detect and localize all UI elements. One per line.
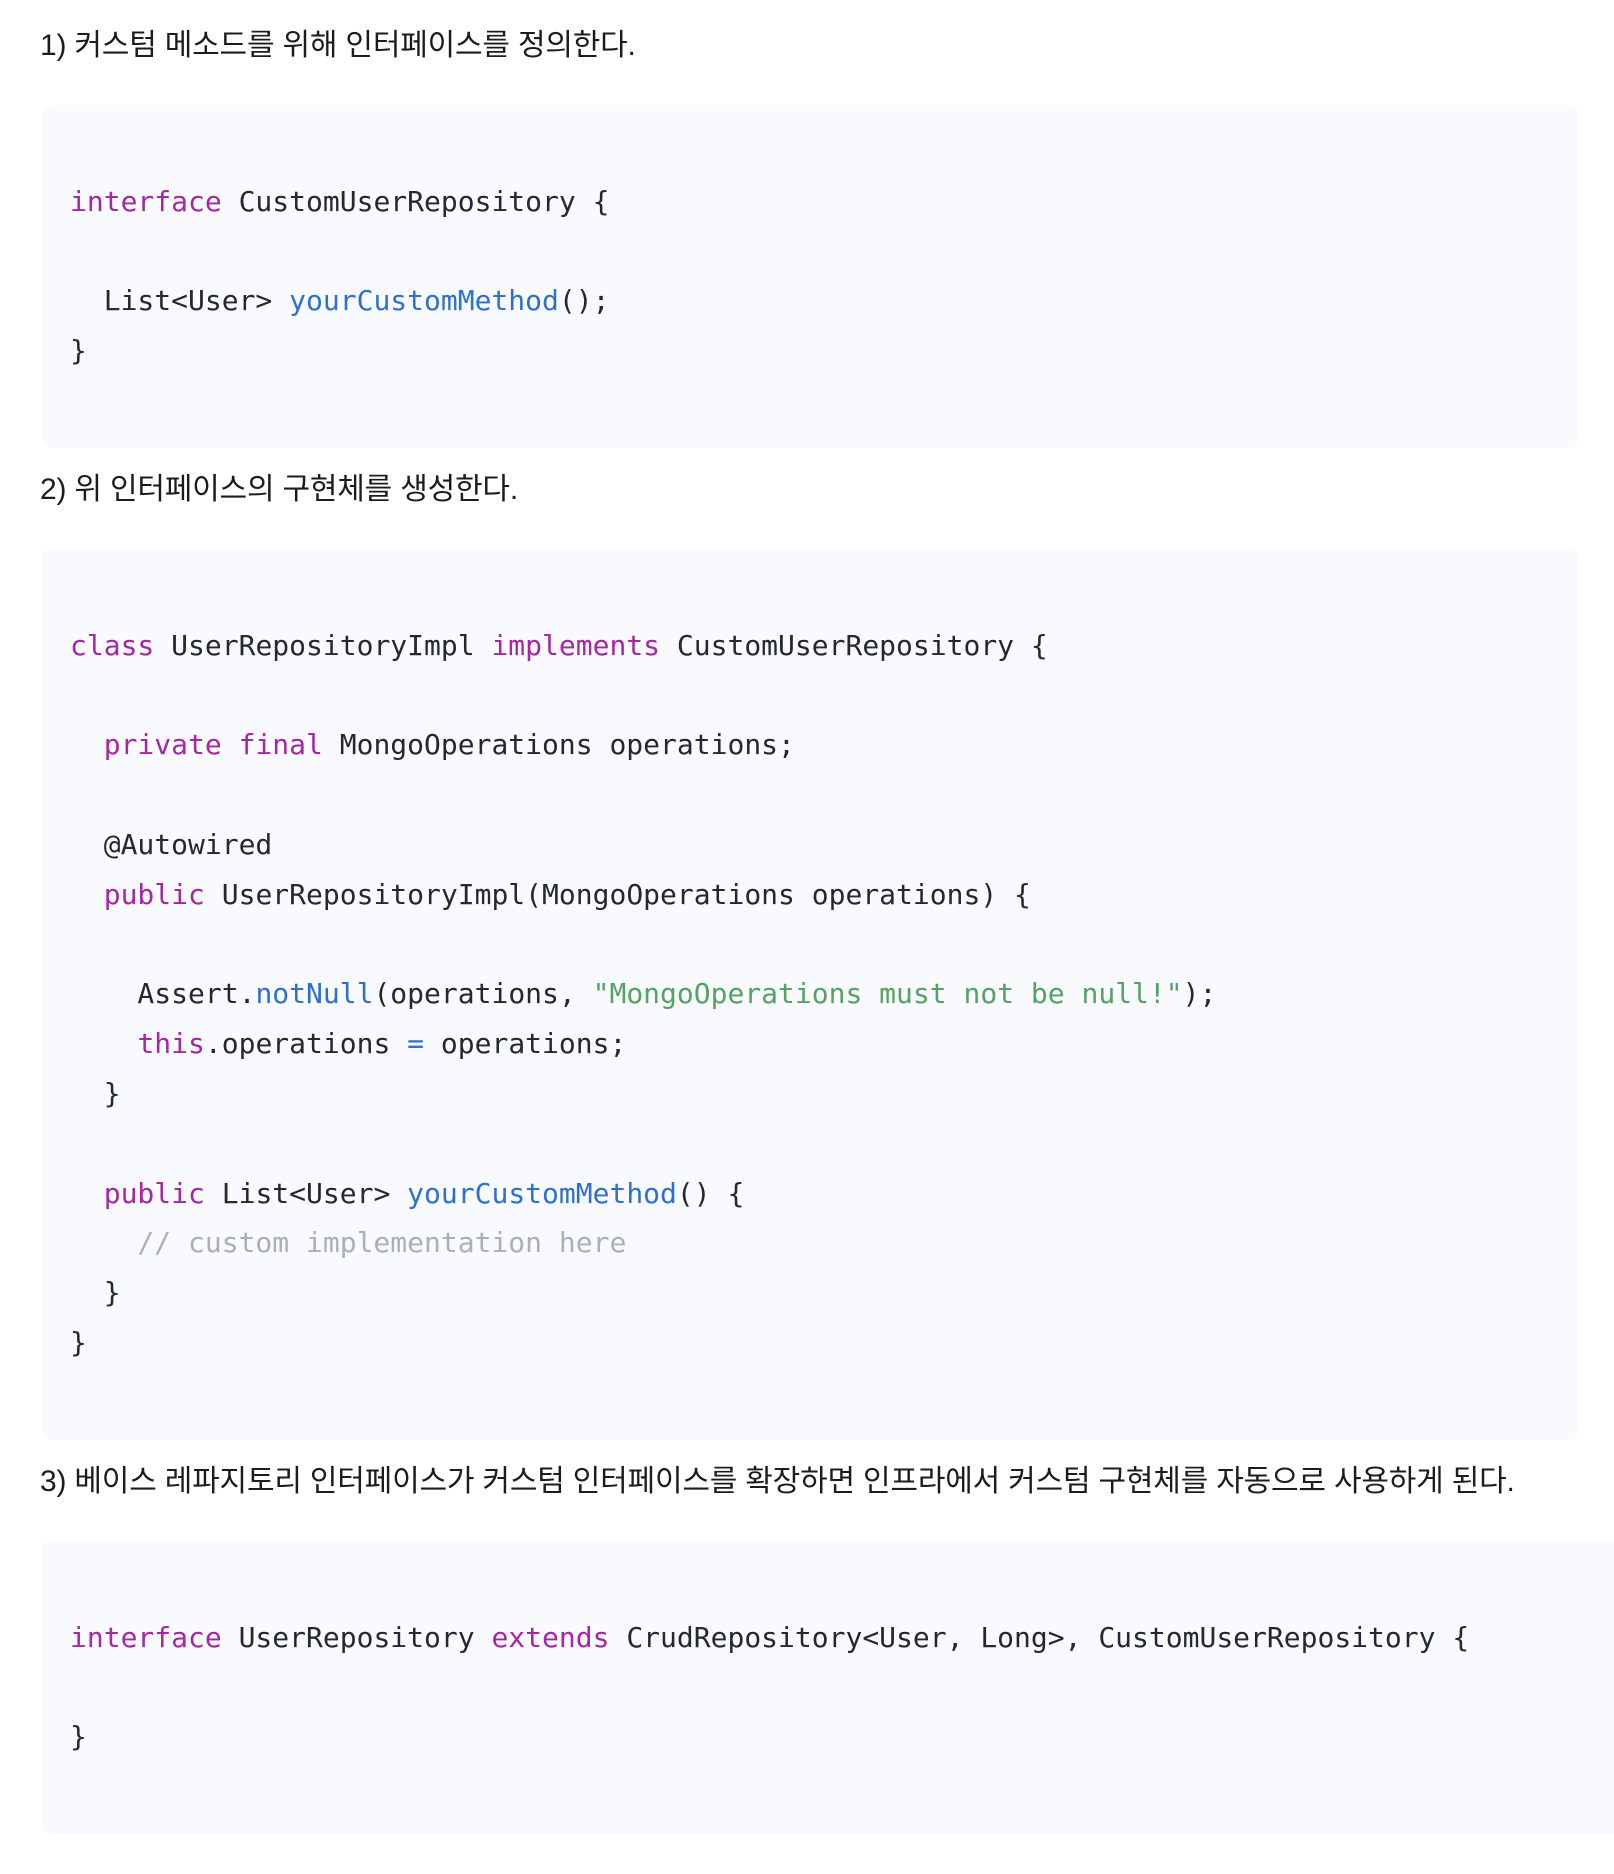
code-token: // custom implementation here bbox=[70, 1226, 627, 1260]
step-1-paragraph: 1) 커스텀 메소드를 위해 인터페이스를 정의한다. bbox=[40, 29, 636, 62]
code-token: () { bbox=[676, 1176, 745, 1210]
code-token: interface bbox=[70, 1620, 239, 1654]
code-token: MongoOperations operations; bbox=[339, 728, 795, 762]
code-token: } bbox=[70, 1720, 87, 1754]
code-token: } bbox=[70, 1076, 121, 1110]
code-token: this bbox=[137, 1027, 205, 1061]
code-token: .operations bbox=[204, 1027, 408, 1061]
code-token: operations; bbox=[424, 1027, 627, 1061]
code-token: List<User> bbox=[70, 284, 290, 318]
step-3-paragraph: 3) 베이스 레파지토리 인터페이스가 커스텀 인터페이스를 확장하면 인프라에… bbox=[40, 1464, 1515, 1498]
code-token: interface bbox=[70, 184, 239, 218]
code-token: } bbox=[70, 1276, 121, 1310]
code-token: yourCustomMethod bbox=[289, 284, 559, 318]
code-content-1: interface CustomUserRepository { List<Us… bbox=[70, 177, 1548, 376]
step-2-paragraph: 2) 위 인터페이스의 구현체를 생성한다. bbox=[40, 472, 518, 506]
code-token: public bbox=[103, 1176, 222, 1210]
code-token: CustomUserRepository { bbox=[238, 184, 610, 218]
code-token: @Autowired bbox=[70, 827, 273, 861]
code-token: "MongoOperations must not be null!" bbox=[592, 977, 1183, 1011]
code-token: } bbox=[70, 1326, 87, 1360]
code-token: UserRepositoryImpl(MongoOperations opera… bbox=[221, 877, 1031, 911]
code-token: private final bbox=[103, 728, 340, 762]
code-content-3: interface UserRepository extends CrudRep… bbox=[70, 1613, 1584, 1762]
code-token: ); bbox=[1182, 977, 1217, 1011]
code-token: CrudRepository<User, Long>, CustomUserRe… bbox=[626, 1620, 1470, 1654]
code-token: List<User> bbox=[221, 1176, 408, 1210]
code-token: UserRepository bbox=[238, 1620, 492, 1654]
code-block-base-repository-extends[interactable]: interface UserRepository extends CrudRep… bbox=[42, 1540, 1614, 1834]
code-block-custom-repository-interface[interactable]: interface CustomUserRepository { List<Us… bbox=[42, 104, 1578, 448]
code-token: } bbox=[70, 334, 87, 368]
code-token: = bbox=[407, 1027, 425, 1061]
code-token: (operations, bbox=[373, 977, 593, 1011]
bottom-spacer bbox=[0, 1834, 1614, 1874]
code-token: Assert. bbox=[70, 977, 256, 1011]
code-token: UserRepositoryImpl bbox=[171, 628, 492, 662]
code-token: (); bbox=[558, 284, 610, 318]
code-token: notNull bbox=[255, 977, 374, 1011]
code-token: yourCustomMethod bbox=[407, 1176, 677, 1210]
code-token: extends bbox=[491, 1620, 627, 1654]
document-page: 1) 커스텀 메소드를 위해 인터페이스를 정의한다. interface Cu… bbox=[0, 0, 1614, 1874]
code-token: implements bbox=[491, 628, 677, 662]
code-token: CustomUserRepository { bbox=[676, 628, 1048, 662]
code-token: class bbox=[70, 628, 172, 662]
code-block-repository-implementation[interactable]: class UserRepositoryImpl implements Cust… bbox=[42, 548, 1578, 1440]
code-content-2: class UserRepositoryImpl implements Cust… bbox=[70, 621, 1548, 1368]
code-token: public bbox=[103, 877, 222, 911]
